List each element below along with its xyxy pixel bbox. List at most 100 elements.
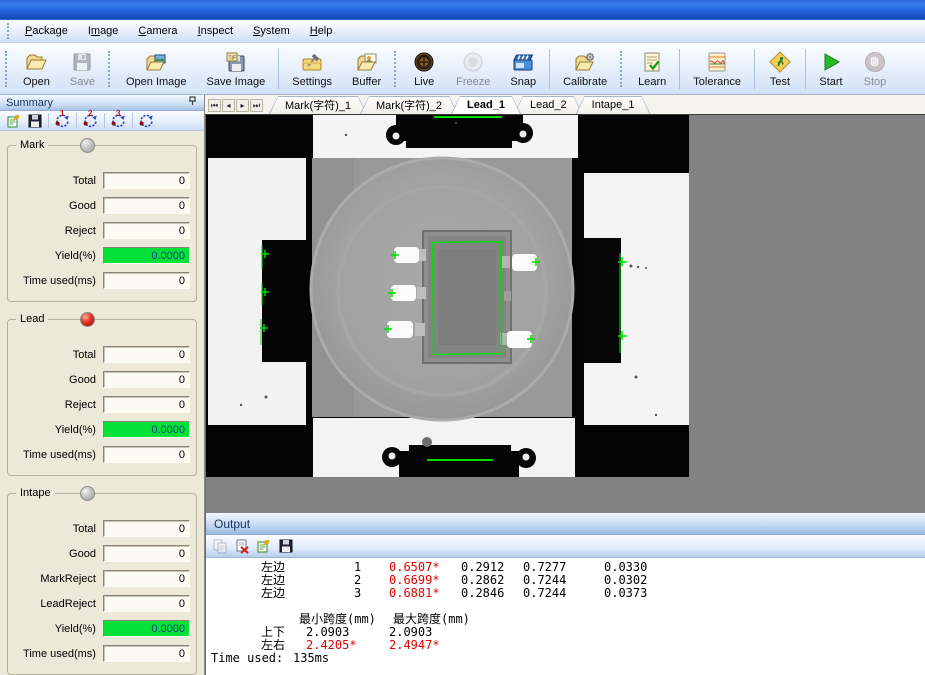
intape-good-field: 0 <box>103 545 190 562</box>
tab-nav-first-button[interactable]: ⏮ <box>208 99 221 112</box>
toolbar-button-snap[interactable]: Snap <box>500 45 546 93</box>
field-label: Reject <box>14 399 103 411</box>
intape-leadreject-field: 0 <box>103 595 190 612</box>
intape-row-time-used-ms: Time used(ms)0 <box>14 641 190 666</box>
toolbar-button-label: Calibrate <box>563 76 607 88</box>
toolbar-button-live[interactable]: Live <box>402 45 446 93</box>
field-label: Total <box>14 349 103 361</box>
field-label: Time used(ms) <box>14 648 103 660</box>
field-label: MarkReject <box>14 573 103 585</box>
toolbar-button-freeze: Freeze <box>446 45 500 93</box>
reset-3-button[interactable]: 3 <box>109 111 128 130</box>
toolbar-button-label: Start <box>819 76 842 88</box>
clear-output-button[interactable] <box>232 537 251 556</box>
toolbar-gripper[interactable] <box>108 51 113 87</box>
toolbar-button-test[interactable]: Test <box>758 45 802 93</box>
intape-group: IntapeTotal0Good0MarkReject0LeadReject0Y… <box>7 493 197 675</box>
output-value: 0.2846 <box>461 587 504 600</box>
toolbar-button-save: Save <box>60 45 105 93</box>
field-label: Good <box>14 200 103 212</box>
toolbar-button-stop: Stop <box>853 45 897 93</box>
mark-group-title: Mark <box>16 139 48 151</box>
field-label: Good <box>14 548 103 560</box>
summary-panel-title: Summary <box>6 97 53 109</box>
menu-item-camera[interactable]: Camera <box>128 22 187 40</box>
menu-item-system[interactable]: System <box>243 22 300 40</box>
image-tabstrip: ⏮ ◂ ▸ ⏭ Mark(字符)_1Mark(字符)_2Lead_1 Lead_2… <box>205 95 925 115</box>
tab-label: Lead_2 <box>530 99 567 111</box>
toolbar-button-label: Buffer <box>352 76 381 88</box>
toolbar-button-buffer[interactable]: Buffer <box>342 45 391 93</box>
toolbar-button-tolerance[interactable]: Tolerance <box>683 45 751 93</box>
intape-row-good: Good0 <box>14 541 190 566</box>
field-label: Total <box>14 175 103 187</box>
toolbar-button-open-image[interactable]: Open Image <box>116 45 197 93</box>
output-panel: Output 左边10.6507*0.29120.72770.0330左边20.… <box>205 513 925 675</box>
export-report-button[interactable] <box>4 111 23 130</box>
reset-all-button[interactable] <box>137 111 156 130</box>
menu-item-help[interactable]: Help <box>300 22 343 40</box>
toolbar-button-settings[interactable]: Settings <box>282 45 342 93</box>
output-value: Time used: <box>211 652 283 665</box>
toolbar-separator <box>278 49 279 89</box>
field-label: LeadReject <box>14 598 103 610</box>
camera-image[interactable] <box>206 115 689 477</box>
export-output-button[interactable] <box>254 537 273 556</box>
intape-row-yield: Yield(%)0.0000 <box>14 616 190 641</box>
toolbar-button-calibrate[interactable]: Calibrate <box>553 45 617 93</box>
output-panel-title: Output <box>214 517 250 531</box>
field-label: Total <box>14 523 103 535</box>
lead-row-good: Good0 <box>14 367 190 392</box>
reset-2-button[interactable]: 2 <box>81 111 100 130</box>
folder-open-icon <box>24 50 48 74</box>
tab-lead-1[interactable]: Lead_1 <box>451 96 521 114</box>
save-output-button[interactable] <box>276 537 295 556</box>
intape-group-title: Intape <box>16 487 55 499</box>
tab-nav-next-button[interactable]: ▸ <box>236 99 249 112</box>
lead-yield-field: 0.0000 <box>103 421 190 438</box>
toolbar-button-learn[interactable]: Learn <box>628 45 676 93</box>
lead-row-time-used-ms: Time used(ms)0 <box>14 442 190 467</box>
menubar-gripper[interactable] <box>7 23 12 38</box>
toolbar-gripper[interactable] <box>5 51 10 87</box>
save-summary-button[interactable] <box>25 111 44 130</box>
toolbar-button-start[interactable]: Start <box>809 45 853 93</box>
intape-row-leadreject: LeadReject0 <box>14 591 190 616</box>
tab-label: Intape_1 <box>592 99 635 111</box>
reset-1-button[interactable]: 1 <box>53 111 72 130</box>
copy-output-button <box>210 537 229 556</box>
tab-lead-2[interactable]: Lead_2 <box>514 96 583 114</box>
stop-icon <box>863 50 887 74</box>
mark-total-field: 0 <box>103 172 190 189</box>
intape-total-field: 0 <box>103 520 190 537</box>
menu-item-package[interactable]: Package <box>15 22 78 40</box>
reset-digit: 1 <box>60 109 64 118</box>
toolbar-button-label: Learn <box>638 76 666 88</box>
tab-nav-last-button[interactable]: ⏭ <box>250 99 263 112</box>
app-window: PackageImageCameraInspectSystemHelp Open… <box>0 0 925 675</box>
tab-mark-2[interactable]: Mark(字符)_2 <box>360 96 458 114</box>
toolbar-gripper[interactable] <box>620 51 625 87</box>
menu-item-inspect[interactable]: Inspect <box>188 22 243 40</box>
pin-icon[interactable] <box>187 95 199 110</box>
mark-row-yield: Yield(%)0.0000 <box>14 243 190 268</box>
window-titlebar[interactable] <box>0 0 925 20</box>
tab-mark-1[interactable]: Mark(字符)_1 <box>269 96 367 114</box>
tab-intape-1[interactable]: Intape_1 <box>576 96 651 114</box>
mark-row-reject: Reject0 <box>14 218 190 243</box>
summary-toolbar: 1 23 <box>0 111 204 131</box>
output-value: 0.7244 <box>523 587 566 600</box>
lead-good-field: 0 <box>103 371 190 388</box>
floppy-icon <box>70 50 94 74</box>
field-label: Yield(%) <box>14 623 103 635</box>
output-line: 左边30.6881*0.28460.72440.0373 <box>206 587 925 600</box>
lead-status-led <box>80 312 95 327</box>
toolbar-gripper[interactable] <box>394 51 399 87</box>
menu-item-image[interactable]: Image <box>78 22 129 40</box>
intape-row-markreject: MarkReject0 <box>14 566 190 591</box>
toolbar-button-save-image[interactable]: TIFSave Image <box>197 45 276 93</box>
output-value: 3 <box>354 587 361 600</box>
toolbar-button-open[interactable]: Open <box>13 45 60 93</box>
tab-nav-prev-button[interactable]: ◂ <box>222 99 235 112</box>
toolbar-button-label: Test <box>770 76 790 88</box>
